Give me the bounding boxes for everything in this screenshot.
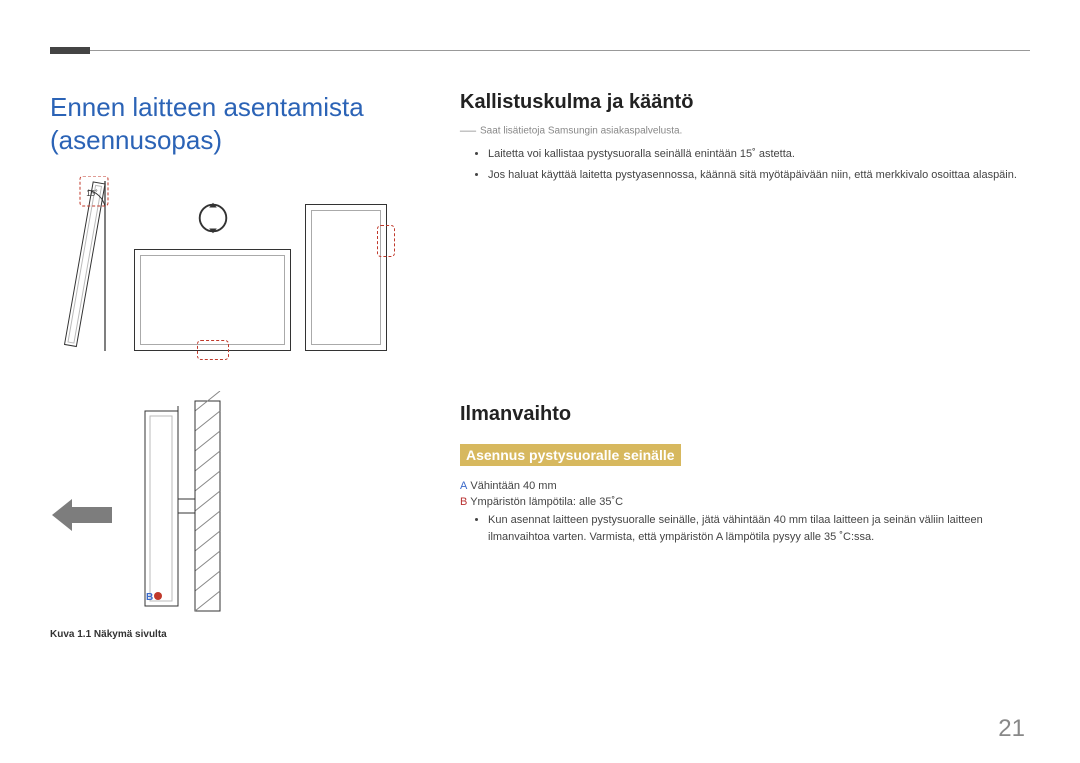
tilt-panel-illustration: 15˚ bbox=[50, 176, 120, 351]
indicator-badge-landscape bbox=[197, 340, 229, 360]
ventilation-figure: A B Kuva 1.1 Näkymä sivulta bbox=[50, 391, 250, 640]
angle-label: 15˚ bbox=[86, 189, 98, 198]
tilt-note: ―Saat lisätietoja Samsungin asiakaspalve… bbox=[460, 122, 1030, 140]
ventilation-bullets: Kun asennat laitteen pystysuoralle seinä… bbox=[460, 512, 1030, 545]
main-heading: Ennen laitteen asentamista (asennusopas) bbox=[50, 91, 420, 156]
ventilation-subheading: Asennus pystysuoralle seinälle bbox=[460, 444, 681, 466]
spec-line-b: B Ympäristön lämpötila: alle 35˚C bbox=[460, 496, 1030, 508]
portrait-panel bbox=[305, 204, 387, 351]
ventilation-bullet: Kun asennat laitteen pystysuoralle seinä… bbox=[488, 512, 1030, 545]
figure-caption: Kuva 1.1 Näkymä sivulta bbox=[50, 629, 250, 640]
header-rule bbox=[50, 50, 1030, 51]
spec-line-a: A Vähintään 40 mm bbox=[460, 480, 1030, 492]
page-number: 21 bbox=[998, 715, 1025, 743]
tilt-bullet: Jos haluat käyttää laitetta pystyasennos… bbox=[488, 167, 1030, 184]
landscape-panel bbox=[134, 249, 291, 351]
ventilation-heading: Ilmanvaihto bbox=[460, 403, 1030, 426]
rotation-group bbox=[134, 199, 291, 351]
dimension-b-label: B bbox=[146, 592, 153, 603]
tilt-bullets: Laitetta voi kallistaa pystysuoralla sei… bbox=[460, 146, 1030, 183]
tilt-heading: Kallistuskulma ja kääntö bbox=[460, 91, 1030, 114]
tilt-bullet: Laitetta voi kallistaa pystysuoralla sei… bbox=[488, 146, 1030, 163]
arrow-left-icon bbox=[52, 499, 112, 531]
orientation-diagram: 15˚ bbox=[50, 176, 420, 351]
indicator-badge-portrait bbox=[377, 225, 395, 257]
rotate-icon bbox=[194, 199, 232, 237]
